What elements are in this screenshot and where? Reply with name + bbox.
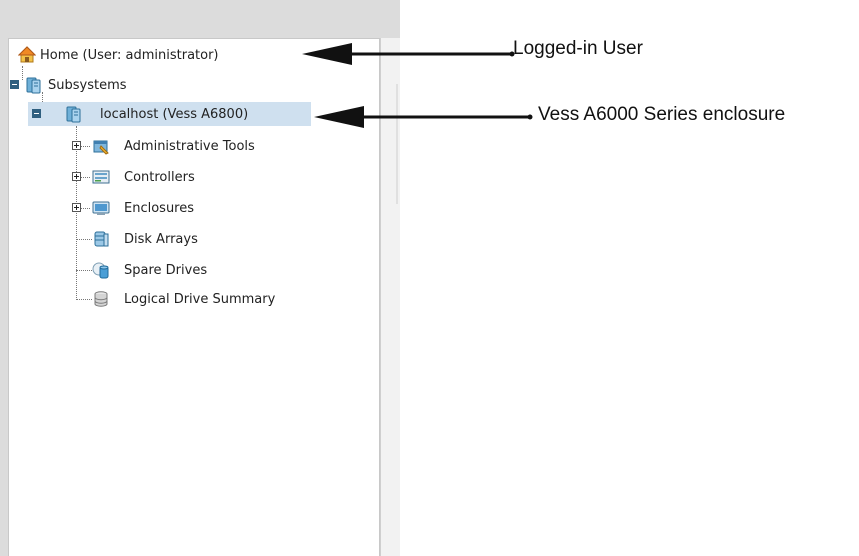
spare-drive-icon — [92, 262, 109, 279]
server-icon — [66, 106, 81, 123]
disk-array-icon — [94, 231, 109, 247]
annotation-enclosure-series: Vess A6000 Series enclosure — [538, 104, 786, 125]
tree-item-disk-arrays[interactable]: Disk Arrays — [68, 227, 268, 251]
tree-item-localhost[interactable]: localhost (Vess A6800) — [28, 102, 311, 126]
tree-item-label: Controllers — [124, 169, 195, 185]
tree-item-label: Disk Arrays — [124, 231, 198, 247]
tree-item-label: Spare Drives — [124, 262, 208, 278]
expand-toggle-icon[interactable] — [72, 141, 81, 150]
expand-toggle-icon[interactable] — [72, 203, 81, 212]
tree-item-label: Enclosures — [124, 200, 195, 216]
tree-item-label: Administrative Tools — [124, 138, 255, 154]
tree-item-logical-drive-summary[interactable]: Logical Drive Summary — [68, 287, 328, 311]
collapse-toggle-icon[interactable] — [32, 109, 41, 118]
tree-item-home[interactable]: Home (User: administrator) — [16, 43, 306, 67]
expand-toggle-icon[interactable] — [72, 172, 81, 181]
tree-item-label: Subsystems — [48, 77, 127, 93]
tree-item-label: Logical Drive Summary — [124, 291, 276, 307]
tree-item-enclosures[interactable]: Enclosures — [68, 196, 268, 220]
tree-item-label: Home (User: administrator) — [40, 47, 219, 63]
collapse-toggle-icon[interactable] — [10, 80, 19, 89]
logical-drive-icon — [94, 291, 108, 307]
splitter-grip — [396, 84, 398, 204]
home-icon — [18, 46, 36, 63]
screenshot-stage: Home (User: administrator) Subsystems lo… — [0, 0, 859, 556]
server-icon — [26, 77, 41, 94]
tree-item-subsystems[interactable]: Subsystems — [8, 73, 208, 97]
admin-tools-icon — [93, 140, 109, 155]
tree-item-label: localhost (Vess A6800) — [100, 106, 249, 122]
controller-icon — [92, 170, 110, 184]
enclosure-icon — [92, 201, 110, 215]
tree-item-controllers[interactable]: Controllers — [68, 165, 268, 189]
tree-item-administrative-tools[interactable]: Administrative Tools — [68, 134, 328, 158]
annotation-logged-in-user: Logged-in User — [513, 38, 643, 59]
tree-item-spare-drives[interactable]: Spare Drives — [68, 258, 268, 282]
